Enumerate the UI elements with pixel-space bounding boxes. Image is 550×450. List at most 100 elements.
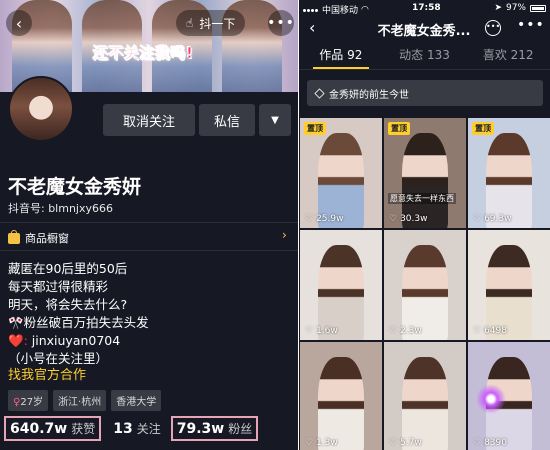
- profile-page: 还不关注我吗! ‹ ☝ 抖一下 ••• 取消关注 私信 ▼ 不老魔女金秀妍 抖音…: [0, 0, 298, 450]
- poke-label: 抖一下: [199, 16, 236, 31]
- poke-button[interactable]: ☝ 抖一下: [176, 10, 246, 36]
- divider: [0, 222, 298, 223]
- dropdown-button[interactable]: ▼: [259, 104, 291, 136]
- like-count-value: 6498: [484, 326, 507, 336]
- back-icon: ‹: [15, 13, 23, 33]
- divider: [0, 250, 298, 251]
- chat-bubble-icon[interactable]: •••: [485, 20, 501, 36]
- avatar[interactable]: [8, 76, 74, 142]
- heart-outline-icon: ♡: [389, 214, 398, 224]
- like-count-value: 5.7w: [400, 438, 422, 448]
- bio-line: 每天都过得很精彩: [8, 279, 109, 294]
- like-count: ♡ 25.9w: [305, 214, 343, 224]
- likes-label: 获赞: [71, 422, 96, 436]
- bio: 藏匿在90后里的50后 每天都过得很精彩 明天，将会失去什么? 🎌粉丝破百万拍失…: [8, 260, 149, 368]
- heart-outline-icon: ♡: [473, 214, 482, 224]
- heart-outline-icon: ♡: [389, 326, 398, 336]
- chevron-right-icon[interactable]: ›: [282, 228, 287, 242]
- like-count-value: 2.3w: [400, 326, 422, 336]
- carrier-name: 中国移动: [322, 6, 359, 16]
- status-time: 17:58: [412, 3, 441, 13]
- video-thumbnail[interactable]: ♡ 2.3w: [384, 230, 466, 340]
- like-count: ♡ 5.7w: [389, 438, 422, 448]
- video-thumbnail[interactable]: ♡ 1.3w: [300, 342, 382, 450]
- like-count-value: 69.3w: [484, 214, 512, 224]
- collection-banner[interactable]: 金秀妍的前生今世: [307, 80, 543, 106]
- bio-line: 藏匿在90后里的50后: [8, 261, 128, 276]
- following-stat[interactable]: 13 关注: [113, 420, 161, 437]
- tag-school: 香港大学: [111, 390, 162, 411]
- fans-label: 粉丝: [228, 422, 253, 436]
- bio-line: 明天，将会失去什么?: [8, 297, 128, 312]
- video-thumbnail[interactable]: ♡ 1.6w: [300, 230, 382, 340]
- heart-outline-icon: ♡: [305, 214, 314, 224]
- like-count: ♡ 1.3w: [305, 438, 338, 448]
- video-thumbnail[interactable]: ♡ 5.7w: [384, 342, 466, 450]
- status-bar: 中国移动 ◠ 17:58 ➤ 97%: [299, 0, 550, 16]
- video-thumbnail[interactable]: 置顶 ♡ 69.3w: [468, 118, 550, 228]
- hand-icon: ☝: [186, 16, 194, 30]
- fans-count: 79.3w: [176, 421, 225, 437]
- battery-fill: [532, 6, 544, 10]
- back-button[interactable]: ‹: [6, 10, 32, 36]
- heart-outline-icon: ♡: [305, 438, 314, 448]
- divider: [299, 69, 550, 70]
- carrier-info: 中国移动 ◠: [303, 3, 369, 16]
- videos-page: 中国移动 ◠ 17:58 ➤ 97% ‹ 不老魔女金秀... ••• ••• 作…: [299, 0, 550, 450]
- back-icon[interactable]: ‹: [309, 18, 315, 37]
- more-button[interactable]: •••: [267, 10, 295, 36]
- like-count: ♡ 2.3w: [389, 326, 422, 336]
- fans-stat[interactable]: 79.3w 粉丝: [170, 416, 259, 441]
- shop-label: 商品橱窗: [25, 232, 69, 245]
- video-thumbnail[interactable]: ♡ 6498: [468, 230, 550, 340]
- battery-info: ➤ 97%: [494, 3, 546, 13]
- more-icon: •••: [267, 15, 295, 31]
- likes-stat: 640.7w 获赞: [4, 416, 102, 441]
- like-count: ♡ 6498: [473, 326, 507, 336]
- profile-stats: 640.7w 获赞 13 关注 79.3w 粉丝: [4, 416, 259, 441]
- likes-count: 640.7w: [10, 421, 68, 437]
- video-thumbnail[interactable]: 置顶 ♡ 25.9w: [300, 118, 382, 228]
- pinned-badge: 置顶: [388, 122, 410, 135]
- shop-window-link[interactable]: 商品橱窗: [8, 229, 69, 246]
- more-icon[interactable]: •••: [517, 17, 545, 33]
- signal-icon: [303, 5, 319, 15]
- heart-outline-icon: ♡: [305, 326, 314, 336]
- battery-percent: 97%: [505, 3, 526, 13]
- collection-title: 金秀妍的前生今世: [329, 89, 409, 101]
- video-grid: 置顶 ♡ 25.9w 置顶 愿意失去一样东西 ♡ 30.3w 置顶 ♡ 69.3w ♡ 1.6w ♡ 2.…: [299, 118, 550, 450]
- douyin-id: 抖音号: blmnjxy666: [8, 202, 113, 215]
- heart-icon: ❤️:: [8, 333, 28, 348]
- pinned-badge: 置顶: [472, 122, 494, 135]
- like-count-value: 1.3w: [316, 438, 338, 448]
- bio-line-text: jinxiuyan0704: [31, 333, 121, 348]
- battery-icon: [530, 4, 546, 12]
- flag-icon: 🎌: [8, 315, 24, 330]
- heart-outline-icon: ♡: [473, 438, 482, 448]
- nav-header: ‹ 不老魔女金秀... ••• •••: [299, 16, 550, 44]
- bio-line: 🎌粉丝破百万拍失去头发: [8, 314, 149, 332]
- unfollow-button[interactable]: 取消关注: [103, 104, 195, 136]
- like-count: ♡ 1.6w: [305, 326, 338, 336]
- banner-caption: 还不关注我吗!: [93, 44, 194, 63]
- like-count-value: 8390: [484, 438, 507, 448]
- bio-line: ❤️: jinxiuyan0704: [8, 332, 149, 350]
- following-label: 关注: [136, 422, 161, 436]
- video-preview-image: [318, 357, 364, 450]
- layers-icon: [314, 87, 325, 99]
- wifi-icon: ◠: [361, 4, 369, 15]
- location-icon: ➤: [494, 3, 502, 13]
- tab-likes[interactable]: 喜欢 212: [466, 46, 550, 70]
- heart-outline-icon: ♡: [473, 326, 482, 336]
- like-count-value: 30.3w: [400, 214, 428, 224]
- shopping-bag-icon: [8, 229, 20, 244]
- like-count: ♡ 69.3w: [473, 214, 511, 224]
- following-count: 13: [113, 421, 133, 437]
- video-thumbnail[interactable]: 置顶 愿意失去一样东西 ♡ 30.3w: [384, 118, 466, 228]
- tab-activity[interactable]: 动态 133: [383, 46, 467, 70]
- message-button[interactable]: 私信: [199, 104, 255, 136]
- like-count: ♡ 8390: [473, 438, 507, 448]
- sparkle-effect: [476, 384, 506, 414]
- official-cooperation-link[interactable]: 找我官方合作: [8, 364, 86, 383]
- video-thumbnail[interactable]: ♡ 8390: [468, 342, 550, 450]
